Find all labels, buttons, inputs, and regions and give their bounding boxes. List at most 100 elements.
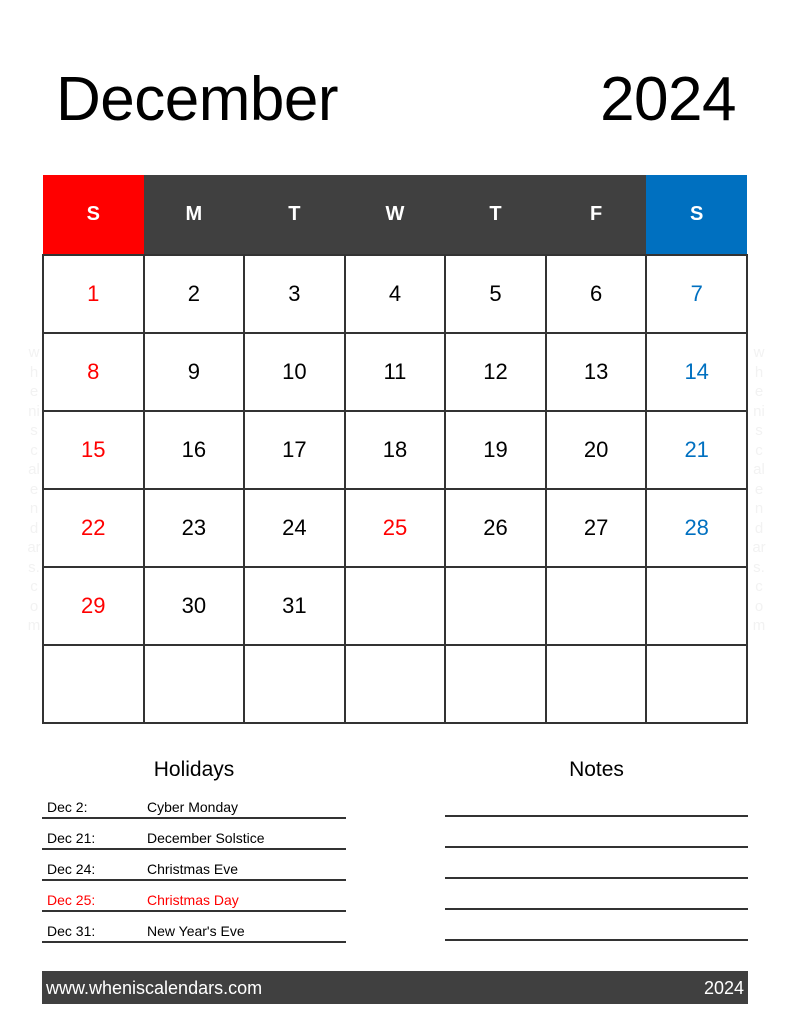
watermark-char: ni — [753, 402, 765, 420]
day-cell-14[interactable]: 14 — [645, 332, 748, 412]
year-title: 2024 — [600, 65, 736, 134]
watermark-char: e — [754, 480, 764, 498]
week-row: 1234567 — [42, 254, 748, 334]
weekday-header-row: S M T W T F S — [43, 175, 747, 255]
holiday-name: New Year's Eve — [147, 923, 245, 939]
day-cell-2[interactable]: 2 — [142, 254, 246, 334]
footer-url[interactable]: www.wheniscalendars.com — [46, 978, 262, 999]
note-line[interactable] — [445, 815, 748, 817]
holiday-date: Dec 25: — [47, 892, 96, 908]
weekday-header-tuesday: T — [244, 175, 345, 255]
holiday-name: December Solstice — [147, 830, 265, 846]
day-cell-17[interactable]: 17 — [243, 410, 346, 490]
watermark-char: n — [754, 500, 764, 517]
empty-day-cell — [343, 644, 447, 724]
week-row: 15 16 17 18 19 20 21 — [42, 410, 748, 490]
watermark-char: e — [754, 383, 764, 400]
day-cell-8[interactable]: 8 — [42, 332, 145, 412]
note-line[interactable] — [445, 908, 748, 910]
weekday-header-saturday: S — [646, 175, 747, 255]
note-line[interactable] — [445, 939, 748, 941]
watermark-char: h — [754, 363, 764, 381]
day-cell-22[interactable]: 22 — [42, 488, 145, 568]
watermark-char: e — [29, 480, 39, 498]
day-cell-5[interactable]: 5 — [444, 254, 547, 334]
month-title: December — [56, 65, 339, 134]
weekday-header-wednesday: W — [344, 175, 446, 255]
empty-day-cell — [343, 566, 447, 646]
note-line[interactable] — [445, 877, 748, 879]
day-cell-13[interactable]: 13 — [544, 332, 648, 412]
day-cell-20[interactable]: 20 — [544, 410, 648, 490]
watermark-char: c — [755, 441, 763, 459]
holiday-date: Dec 24: — [47, 861, 96, 877]
day-cell-23[interactable]: 23 — [142, 488, 246, 568]
holiday-date: Dec 21: — [47, 830, 96, 846]
day-cell-21[interactable]: 21 — [645, 410, 748, 490]
weekday-header-thursday: T — [445, 175, 546, 255]
watermark-char: e — [29, 383, 39, 400]
watermark-char: ni — [28, 402, 40, 420]
day-cell-15[interactable]: 15 — [42, 410, 145, 490]
holiday-row: Dec 2: Cyber Monday — [42, 786, 346, 819]
day-cell-12[interactable]: 12 — [444, 332, 547, 412]
watermark-char: al — [753, 461, 765, 478]
footer-year: 2024 — [703, 978, 744, 998]
day-cell-27[interactable]: 27 — [544, 488, 648, 568]
watermark-char: c — [30, 578, 38, 595]
holiday-row: Dec 25: Christmas Day — [42, 879, 346, 912]
day-cell-18[interactable]: 18 — [343, 410, 447, 490]
holiday-row: Dec 24: Christmas Eve — [42, 848, 346, 881]
day-cell-1[interactable]: 1 — [42, 254, 145, 334]
empty-day-cell — [243, 644, 346, 724]
watermark-char: c — [755, 578, 763, 595]
empty-day-cell — [645, 566, 748, 646]
holidays-title: Holidays — [153, 758, 235, 781]
footer-bar: www.wheniscalendars.com 2024 — [42, 971, 748, 1004]
day-cell-11[interactable]: 11 — [343, 332, 447, 412]
day-cell-26[interactable]: 26 — [444, 488, 547, 568]
holiday-name: Christmas Day — [147, 892, 239, 908]
day-cell-7[interactable]: 7 — [645, 254, 748, 334]
holiday-name: Christmas Eve — [147, 861, 239, 877]
day-cell-10[interactable]: 10 — [243, 332, 346, 412]
day-cell-9[interactable]: 9 — [142, 332, 246, 412]
week-row: 29 30 31 — [42, 566, 748, 646]
empty-day-cell — [544, 566, 648, 646]
day-cell-24[interactable]: 24 — [243, 488, 346, 568]
week-row — [42, 644, 748, 724]
week-row: 8 9 10 11 12 13 14 — [42, 332, 748, 412]
watermark-char: c — [30, 441, 38, 459]
holiday-date: Dec 31: — [47, 923, 96, 939]
day-cell-16[interactable]: 16 — [142, 410, 246, 490]
empty-day-cell — [42, 644, 145, 724]
day-cell-25[interactable]: 25 — [343, 488, 447, 568]
week-row: 22 23 24 25 26 27 28 — [42, 488, 748, 568]
day-cell-28[interactable]: 28 — [645, 488, 748, 568]
day-cell-4[interactable]: 4 — [343, 254, 447, 334]
watermark-char: al — [28, 461, 40, 478]
holiday-date: Dec 2: — [47, 799, 88, 815]
notes-title: Notes — [569, 758, 624, 781]
empty-day-cell — [444, 644, 547, 724]
holiday-name: Cyber Monday — [147, 799, 239, 815]
watermark-right: w h e ni s c al e n d ar s. c o m — [749, 343, 769, 636]
watermark-char: m — [752, 617, 766, 634]
watermark-char: d — [754, 519, 764, 537]
empty-day-cell — [544, 644, 648, 724]
day-cell-29[interactable]: 29 — [42, 566, 145, 646]
watermark-char: o — [754, 597, 764, 615]
day-cell-6[interactable]: 6 — [544, 254, 648, 334]
day-cell-19[interactable]: 19 — [444, 410, 547, 490]
day-cell-30[interactable]: 30 — [142, 566, 246, 646]
day-cell-3[interactable]: 3 — [243, 254, 346, 334]
holiday-row: Dec 31: New Year's Eve — [42, 910, 346, 943]
day-cell-31[interactable]: 31 — [243, 566, 346, 646]
watermark-char: w — [753, 344, 765, 361]
weekday-header-friday: F — [545, 175, 647, 255]
watermark-char: s — [30, 422, 38, 439]
watermark-char: n — [29, 500, 39, 517]
watermark-char: w — [28, 344, 40, 361]
watermark-char: s. — [28, 558, 40, 576]
note-line[interactable] — [445, 846, 748, 848]
